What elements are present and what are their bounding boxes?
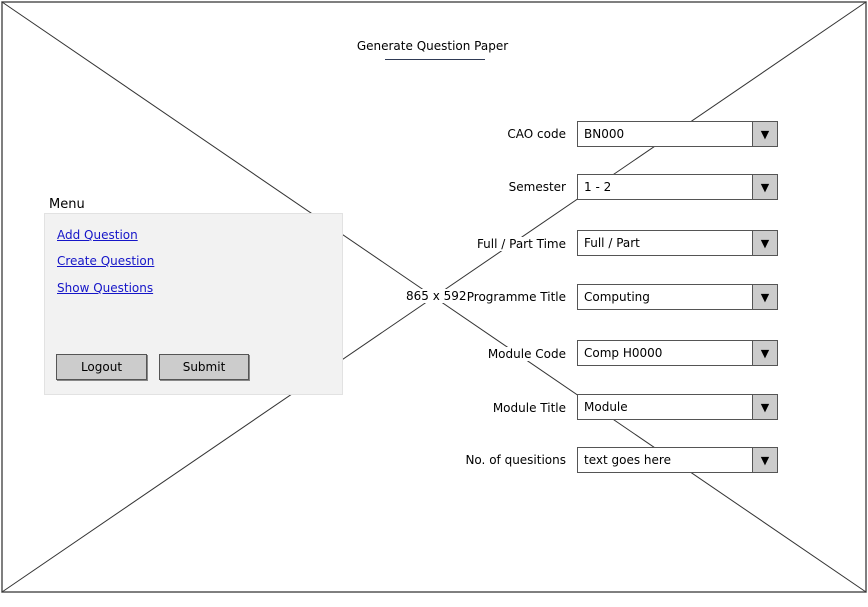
- cao-code-value: BN000: [584, 127, 625, 141]
- triangle-down-icon[interactable]: ▼: [752, 122, 777, 146]
- triangle-down-icon[interactable]: ▼: [752, 231, 777, 255]
- title-underline: [385, 59, 485, 60]
- full-part-time-value: Full / Part: [584, 236, 640, 250]
- create-question-link[interactable]: Create Question: [57, 254, 154, 268]
- cao-code-select[interactable]: BN000 ▼: [577, 121, 778, 147]
- semester-label: Semester: [508, 180, 566, 194]
- add-question-link[interactable]: Add Question: [57, 228, 138, 242]
- triangle-down-icon[interactable]: ▼: [752, 341, 777, 365]
- programme-title-select[interactable]: Computing ▼: [577, 284, 778, 310]
- page-title: Generate Question Paper: [356, 39, 509, 53]
- dimensions-label: 865 x 592: [404, 289, 469, 303]
- logout-button[interactable]: Logout: [56, 354, 147, 380]
- menu-label: Menu: [49, 197, 85, 212]
- triangle-down-icon[interactable]: ▼: [752, 448, 777, 472]
- no-of-questions-label: No. of quesitions: [465, 453, 566, 467]
- module-title-select[interactable]: Module ▼: [577, 394, 778, 420]
- full-part-time-label: Full / Part Time: [476, 237, 566, 251]
- module-title-label: Module Title: [492, 401, 566, 415]
- semester-select[interactable]: 1 - 2 ▼: [577, 174, 778, 200]
- programme-title-value: Computing: [584, 290, 650, 304]
- module-code-label: Module Code: [487, 347, 566, 361]
- no-of-questions-select[interactable]: text goes here ▼: [577, 447, 778, 473]
- show-questions-link[interactable]: Show Questions: [57, 281, 153, 295]
- semester-value: 1 - 2: [584, 180, 612, 194]
- triangle-down-icon[interactable]: ▼: [752, 395, 777, 419]
- full-part-time-select[interactable]: Full / Part ▼: [577, 230, 778, 256]
- triangle-down-icon[interactable]: ▼: [752, 285, 777, 309]
- module-code-value: Comp H0000: [584, 346, 663, 360]
- module-code-select[interactable]: Comp H0000 ▼: [577, 340, 778, 366]
- module-title-value: Module: [584, 400, 628, 414]
- triangle-down-icon[interactable]: ▼: [752, 175, 777, 199]
- cao-code-label: CAO code: [507, 127, 566, 141]
- submit-button[interactable]: Submit: [159, 354, 249, 380]
- no-of-questions-value: text goes here: [584, 453, 671, 467]
- programme-title-label: Programme Title: [466, 290, 566, 304]
